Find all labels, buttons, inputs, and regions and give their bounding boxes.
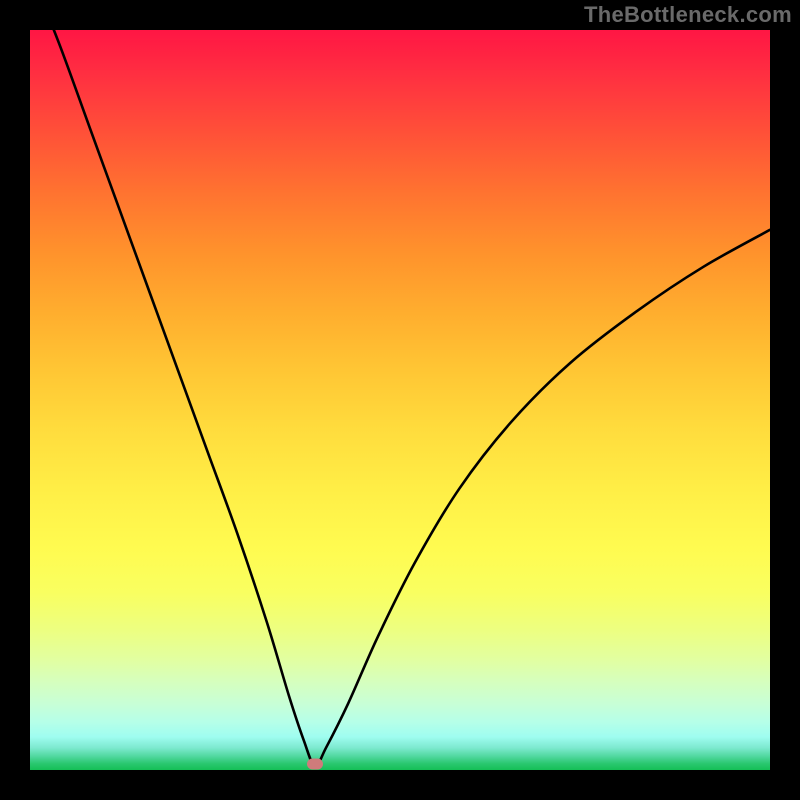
minimum-marker bbox=[307, 759, 323, 770]
bottleneck-curve bbox=[30, 30, 770, 770]
chart-frame: TheBottleneck.com bbox=[0, 0, 800, 800]
watermark-text: TheBottleneck.com bbox=[584, 2, 792, 28]
plot-area bbox=[30, 30, 770, 770]
